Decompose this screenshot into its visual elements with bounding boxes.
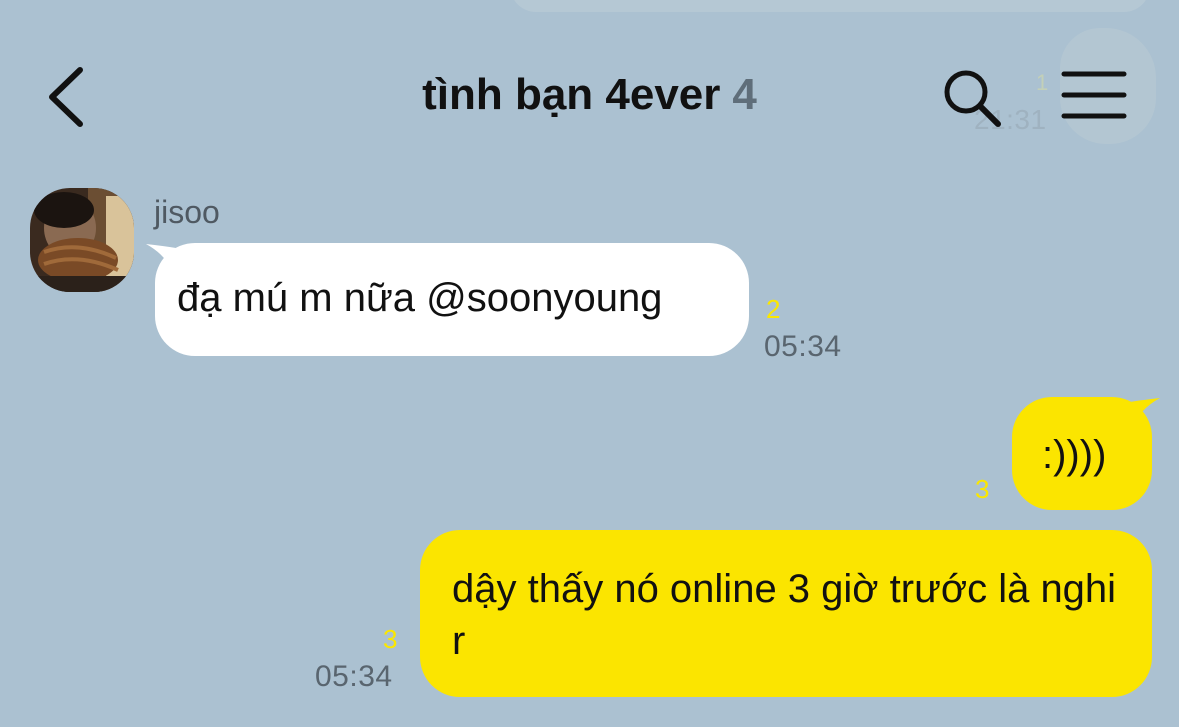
unread-count: 3 (383, 624, 398, 654)
message-time: 05:34 (764, 330, 842, 363)
chat-header: tình bạn 4ever 4 (0, 0, 1179, 170)
unread-count: 2 (766, 294, 781, 324)
avatar-photo (30, 188, 134, 292)
message-bubble-incoming[interactable]: đạ mú m nữa @soonyoung (155, 243, 749, 356)
message-time: 05:34 (315, 660, 393, 693)
member-count: 4 (732, 70, 757, 119)
hamburger-menu-icon (1061, 71, 1127, 119)
message-bubble-outgoing[interactable]: dậy thấy nó online 3 giờ trước là nghi r (420, 530, 1152, 697)
search-icon (944, 70, 1001, 127)
unread-count: 3 (975, 474, 990, 504)
chat-name: tình bạn 4ever (422, 70, 721, 119)
message-bubble-outgoing[interactable]: :)))) (1012, 397, 1152, 510)
menu-button[interactable] (1060, 66, 1128, 126)
avatar[interactable] (30, 188, 134, 292)
sender-name: jisoo (154, 194, 220, 230)
search-button[interactable] (940, 66, 1004, 130)
